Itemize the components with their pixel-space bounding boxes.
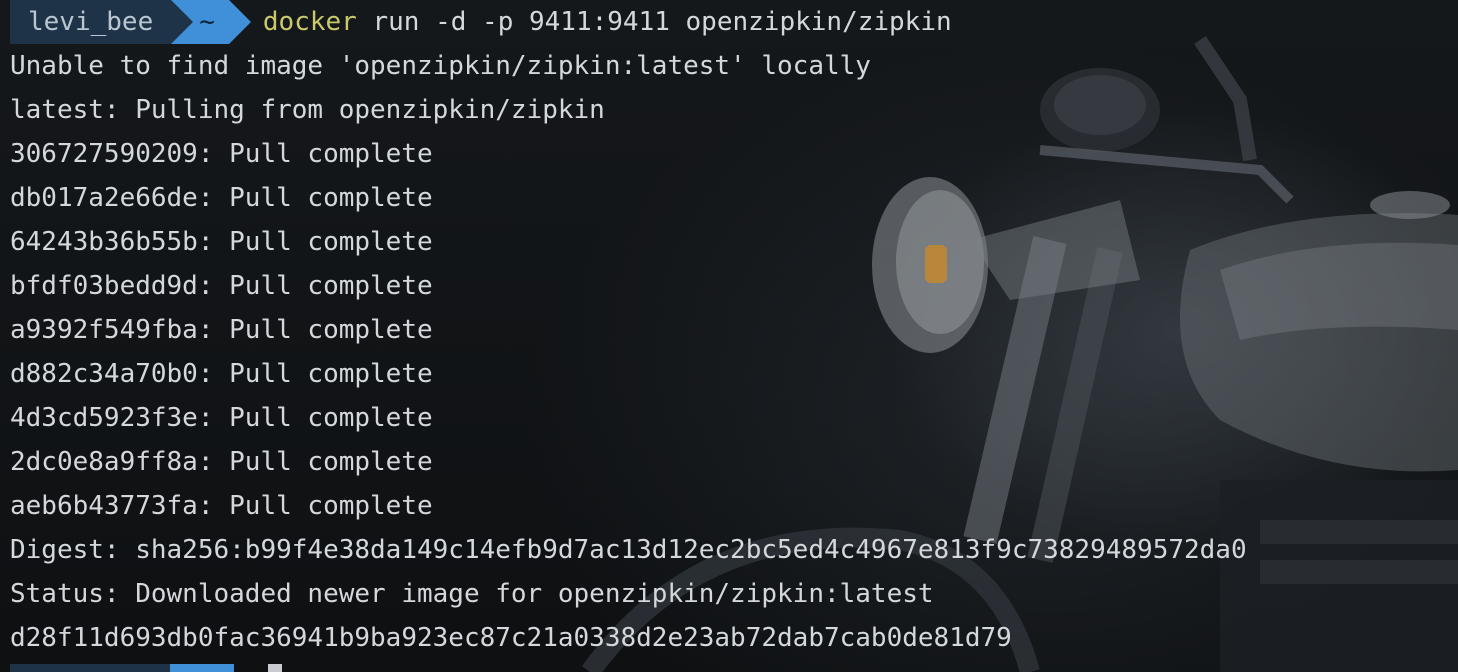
text-cursor[interactable] <box>268 664 282 672</box>
output-line: db017a2e66de: Pull complete <box>10 183 433 213</box>
terminal-output: levi_bee ~ docker run -d -p 9411:9411 ope… <box>0 0 1458 660</box>
output-line: 2dc0e8a9ff8a: Pull complete <box>10 447 433 477</box>
terminal-window[interactable]: levi_bee ~ docker run -d -p 9411:9411 ope… <box>0 0 1458 672</box>
prompt-line: levi_bee ~ docker run -d -p 9411:9411 ope… <box>0 0 1458 44</box>
output-line: Status: Downloaded newer image for openz… <box>10 579 934 609</box>
prompt-user: levi_bee <box>28 7 154 37</box>
output-line: Digest: sha256:b99f4e38da149c14efb9d7ac1… <box>10 535 1247 565</box>
command-text: docker run -d -p 9411:9411 openzipkin/zi… <box>263 0 952 44</box>
output-line: d882c34a70b0: Pull complete <box>10 359 433 389</box>
output-line: latest: Pulling from openzipkin/zipkin <box>10 95 605 125</box>
command-name: docker <box>262 7 357 37</box>
prompt-user-segment: levi_bee <box>10 0 194 44</box>
next-prompt[interactable] <box>10 664 282 672</box>
prompt-directory: ~ <box>199 7 215 37</box>
next-prompt-user-segment <box>10 664 170 672</box>
output-line: 64243b36b55b: Pull complete <box>10 227 433 257</box>
output-line: 4d3cd5923f3e: Pull complete <box>10 403 433 433</box>
command-args: run -d -p 9411:9411 openzipkin/zipkin <box>356 7 952 37</box>
output-line: bfdf03bedd9d: Pull complete <box>10 271 433 301</box>
output-line: d28f11d693db0fac36941b9ba923ec87c21a0338… <box>10 623 1012 653</box>
next-prompt-directory-segment <box>170 664 234 672</box>
output-line: a9392f549fba: Pull complete <box>10 315 433 345</box>
prompt-arrow <box>228 0 251 44</box>
output-line: Unable to find image 'openzipkin/zipkin:… <box>10 51 871 81</box>
output-line: 306727590209: Pull complete <box>10 139 433 169</box>
prompt-arrow <box>171 0 194 44</box>
output-line: aeb6b43773fa: Pull complete <box>10 491 433 521</box>
